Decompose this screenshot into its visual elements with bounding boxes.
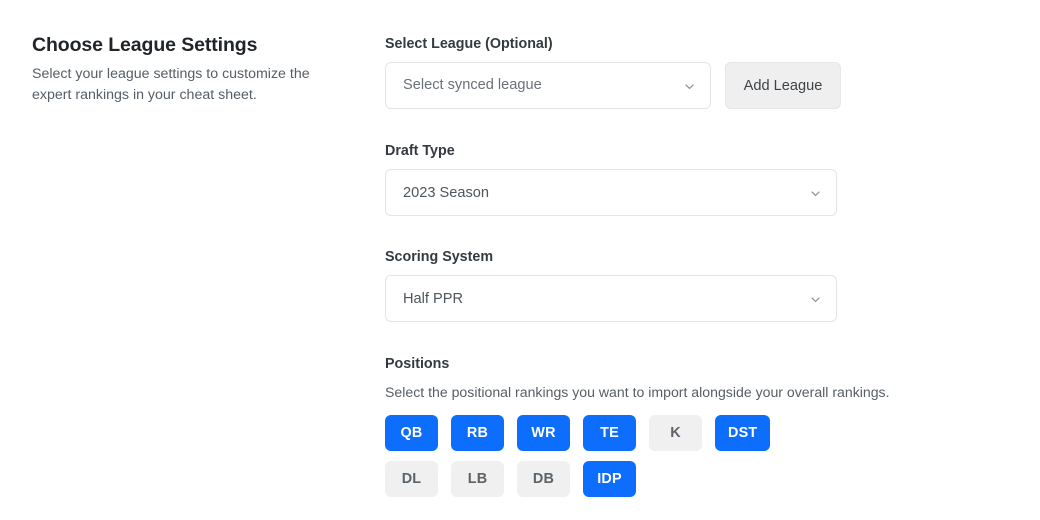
field-positions: Positions Select the positional rankings… [385, 356, 1005, 498]
draft-type-label: Draft Type [385, 143, 455, 160]
positions-label: Positions [385, 356, 450, 373]
field-select-league: Select League (Optional) Select synced l… [385, 36, 1005, 110]
select-league-value: Select synced league [403, 78, 542, 93]
select-league-dropdown[interactable]: Select synced league [385, 62, 711, 110]
field-draft-type: Draft Type 2023 Season [385, 143, 1005, 217]
draft-type-dropdown[interactable]: 2023 Season [385, 169, 837, 217]
position-pill-lb[interactable]: LB [451, 461, 504, 498]
position-row: QB RB WR TE K DST [385, 415, 1005, 452]
positions-description: Select the positional rankings you want … [385, 383, 890, 400]
settings-form: Select League (Optional) Select synced l… [385, 36, 1005, 498]
position-pill-te[interactable]: TE [583, 415, 636, 452]
position-toggle-group: QB RB WR TE K DST DL LB DB IDP [385, 415, 1005, 498]
chevron-down-icon [810, 188, 821, 199]
select-league-label: Select League (Optional) [385, 36, 553, 52]
position-pill-dst[interactable]: DST [715, 415, 771, 452]
position-row: DL LB DB IDP [385, 461, 1005, 498]
league-settings-page: Choose League Settings Select your leagu… [0, 0, 1040, 520]
position-pill-dl[interactable]: DL [385, 461, 438, 498]
scoring-system-label: Scoring System [385, 249, 494, 266]
chevron-down-icon [684, 81, 695, 92]
panel-intro: Choose League Settings Select your leagu… [32, 33, 342, 106]
page-description: Select your league settings to customize… [32, 66, 310, 104]
page-title: Choose League Settings [32, 34, 258, 56]
select-league-row: Select synced league Add League [385, 62, 1005, 110]
chevron-down-icon [810, 294, 821, 305]
scoring-system-dropdown[interactable]: Half PPR [385, 275, 837, 323]
draft-type-value: 2023 Season [403, 185, 490, 201]
field-scoring-system: Scoring System Half PPR [385, 249, 1005, 323]
position-pill-wr[interactable]: WR [517, 415, 570, 452]
position-pill-db[interactable]: DB [517, 461, 570, 498]
position-pill-qb[interactable]: QB [385, 415, 438, 452]
position-pill-rb[interactable]: RB [451, 415, 504, 452]
position-pill-idp[interactable]: IDP [583, 461, 636, 498]
position-pill-k[interactable]: K [649, 415, 702, 452]
add-league-button[interactable]: Add League [725, 62, 841, 110]
scoring-system-value: Half PPR [403, 291, 464, 307]
